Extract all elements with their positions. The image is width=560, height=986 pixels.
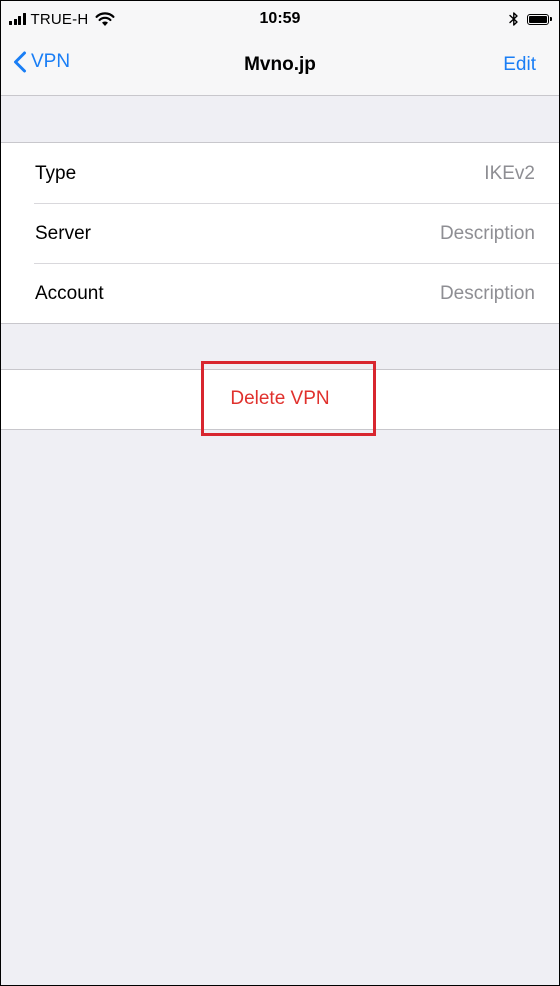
vpn-settings-group: Type IKEv2 Server Description Account De… xyxy=(1,142,559,324)
type-label: Type xyxy=(35,163,77,184)
edit-button[interactable]: Edit xyxy=(503,54,536,76)
account-label: Account xyxy=(35,283,104,304)
server-value: Description xyxy=(439,223,535,244)
status-time: 10:59 xyxy=(259,10,301,27)
page-title: Mvno.jp xyxy=(244,54,316,75)
battery-icon xyxy=(527,13,552,25)
type-row[interactable]: Type IKEv2 xyxy=(1,143,559,203)
battery-level-fill xyxy=(529,15,547,23)
bluetooth-icon xyxy=(509,12,518,26)
type-value: IKEv2 xyxy=(484,163,535,184)
status-bar: TRUE-H 10:59 xyxy=(1,1,559,37)
delete-vpn-button[interactable]: Delete VPN xyxy=(1,388,559,410)
server-label: Server xyxy=(35,223,91,244)
server-row[interactable]: Server Description xyxy=(1,203,559,263)
navigation-bar: VPN Mvno.jp Edit xyxy=(1,37,559,96)
account-value: Description xyxy=(439,283,535,304)
account-row[interactable]: Account Description xyxy=(1,263,559,323)
delete-group: Delete VPN xyxy=(1,369,559,430)
status-right xyxy=(509,11,552,27)
phone-screen: TRUE-H 10:59 VPN Mvno.jp Edit Type IKEv2… xyxy=(0,0,560,986)
